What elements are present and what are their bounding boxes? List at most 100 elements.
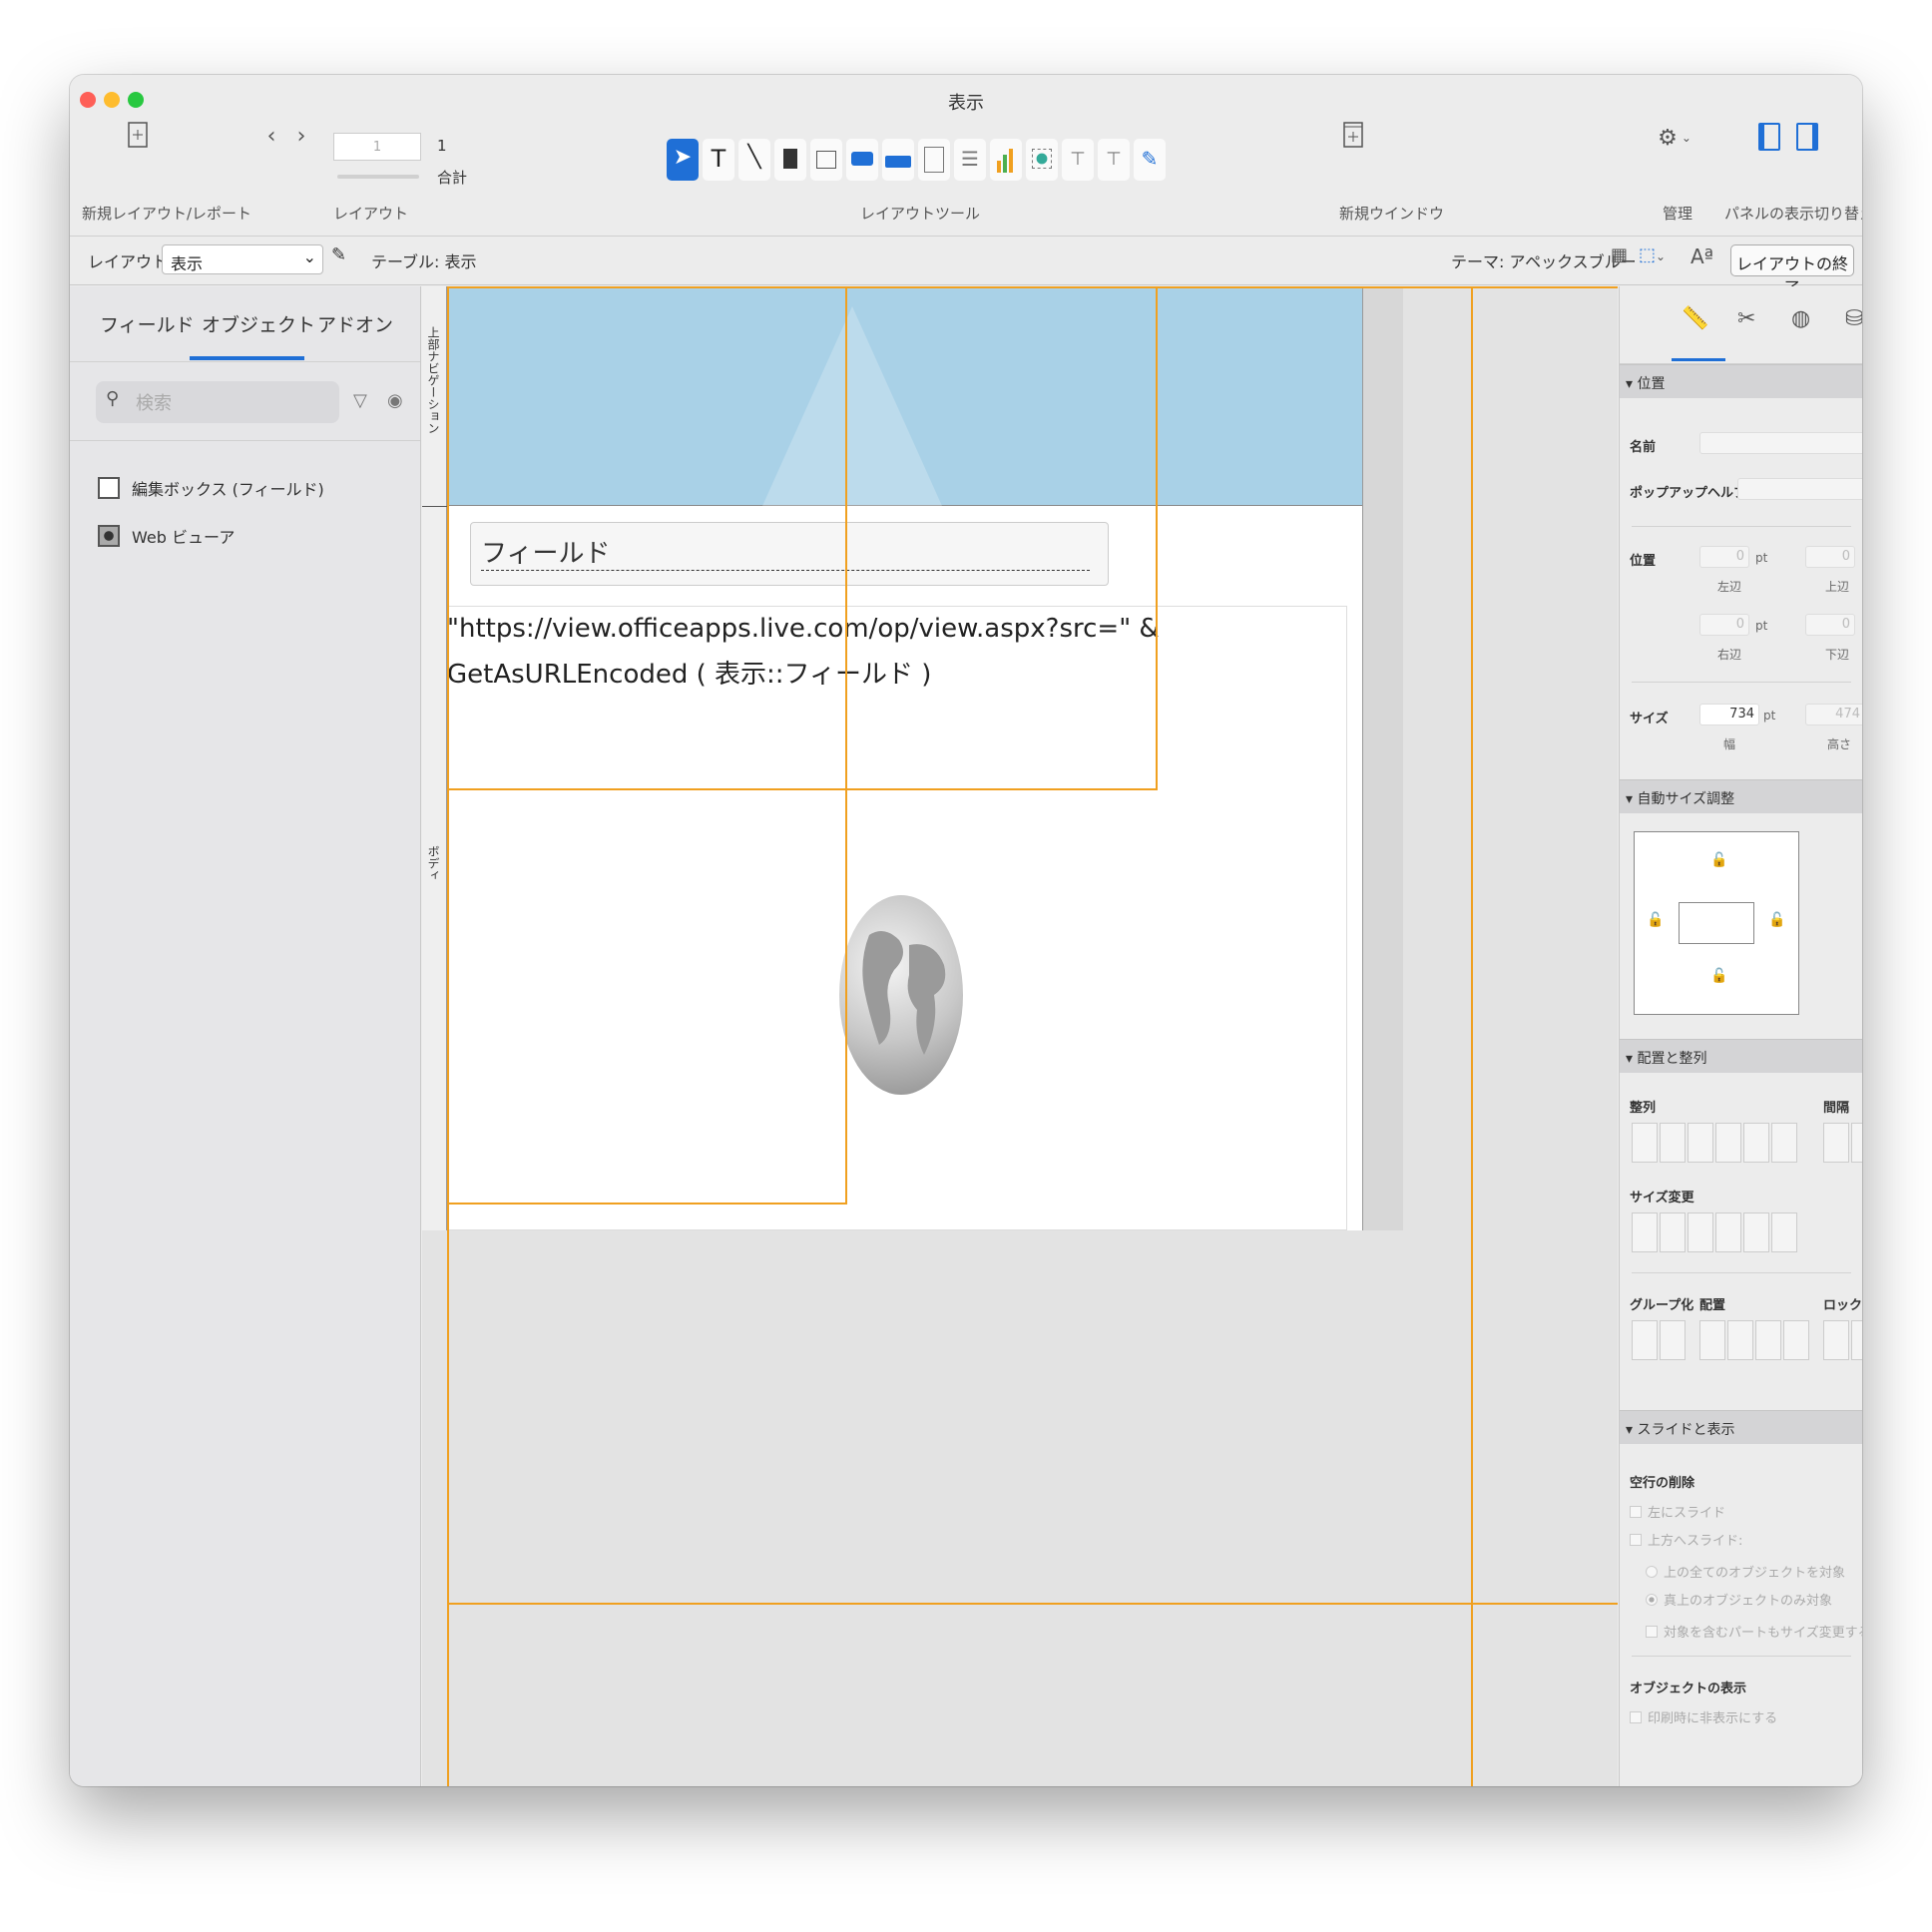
part-header-label[interactable]: 上部ナビゲーション — [425, 326, 442, 434]
filter-button[interactable]: ▽ — [353, 390, 367, 411]
search-input[interactable]: ⚲ 検索 — [96, 381, 339, 423]
prev-layout-button[interactable]: ‹ — [261, 121, 281, 151]
insert-tool-button-2[interactable]: ⊤ — [1098, 139, 1130, 181]
pointer-tool-button[interactable]: ➤ — [667, 139, 699, 181]
name-input[interactable] — [1699, 432, 1862, 454]
tab-addons[interactable]: アドオン — [317, 310, 393, 337]
group-buttons[interactable] — [1632, 1320, 1686, 1360]
top-input[interactable]: 0 — [1805, 546, 1855, 568]
section-title: 自動サイズ調整 — [1637, 791, 1735, 807]
table-label: テーブル: 表示 — [371, 252, 477, 271]
object-web-viewer[interactable]: Web ビューア — [98, 524, 235, 548]
ruler-icon: 📏 — [1682, 306, 1709, 331]
tab-position[interactable]: 📏 — [1682, 306, 1708, 331]
lock-left-icon[interactable]: 🔓 — [1647, 912, 1664, 928]
guides-button[interactable]: ⬚⌄ — [1639, 244, 1666, 265]
left-input[interactable]: 0 — [1699, 546, 1749, 568]
resize-enclosing-checkbox[interactable]: 対象を含むパートもサイズ変更する — [1646, 1622, 1862, 1641]
insert-tool-button-1[interactable]: ⊤ — [1062, 139, 1094, 181]
section-position-header[interactable]: ▾ 位置 — [1620, 364, 1862, 398]
lock-bottom-icon[interactable]: 🔓 — [1710, 968, 1727, 984]
record-input[interactable]: 1 — [333, 133, 421, 161]
only-above-radio[interactable]: 真上のオブジェクトのみ対象 — [1646, 1590, 1832, 1609]
layout-bar: レイアウト: 表示 ⌄ ✎ テーブル: 表示 テーマ: アペックスブルー ▦ ⬚… — [70, 237, 1862, 297]
slide-left-checkbox[interactable]: 左にスライド — [1630, 1502, 1725, 1521]
position-label: 位置 — [1630, 554, 1657, 569]
guide-line[interactable] — [447, 1603, 1618, 1605]
guide-line[interactable] — [1156, 286, 1158, 790]
portal-tool-button[interactable]: ☰ — [954, 139, 986, 181]
visibility-button[interactable]: ◉ — [387, 390, 403, 411]
resize-buttons[interactable] — [1632, 1212, 1797, 1252]
height-input[interactable]: 474 — [1805, 704, 1862, 725]
next-layout-button[interactable]: › — [291, 121, 311, 151]
tab-data[interactable]: ⛁ — [1845, 306, 1862, 331]
button-bar-tool-button[interactable] — [882, 139, 914, 181]
guide-line[interactable] — [447, 1203, 847, 1205]
theme-button[interactable]: ▦ — [1611, 244, 1628, 265]
part-body-label[interactable]: ボディ — [425, 845, 442, 881]
edit-layout-button[interactable]: ✎ — [331, 244, 346, 265]
field-object[interactable]: フィールド — [470, 522, 1109, 586]
exit-layout-button[interactable]: レイアウトの終了 — [1730, 244, 1854, 297]
line-tool-button[interactable]: ╲ — [738, 139, 770, 181]
right-input[interactable]: 0 — [1699, 614, 1749, 636]
button-tool-button[interactable] — [846, 139, 878, 181]
new-layout-icon — [128, 122, 148, 148]
left-panel-toggle[interactable] — [1758, 123, 1780, 151]
popup-help-input[interactable] — [1737, 478, 1862, 500]
object-label: 編集ボックス (フィールド) — [132, 480, 324, 499]
autosize-anchors[interactable]: 🔓 🔓 🔓 🔓 — [1634, 831, 1799, 1015]
header-part[interactable] — [447, 286, 1362, 506]
line-icon: ╲ — [747, 145, 761, 170]
guide-line[interactable] — [447, 286, 449, 1786]
right-panel-toggle[interactable] — [1796, 123, 1818, 151]
lock-buttons[interactable] — [1823, 1320, 1862, 1360]
format-painter-button[interactable]: ✎ — [1134, 139, 1166, 181]
align-buttons[interactable] — [1632, 1123, 1797, 1163]
lock-right-icon[interactable]: 🔓 — [1768, 912, 1785, 928]
manage-button[interactable]: ⚙ ⌄ — [1651, 121, 1698, 155]
lock-top-icon[interactable]: 🔓 — [1710, 852, 1727, 868]
inspector-tabs: 📏 ✂ ◍ ⛁ — [1620, 286, 1862, 364]
section-arrange-header[interactable]: ▾ 配置と整列 — [1620, 1039, 1862, 1073]
name-label: 名前 — [1630, 440, 1657, 455]
section-autosize-header[interactable]: ▾ 自動サイズ調整 — [1620, 779, 1862, 813]
panel-toggle-label: パネルの表示切り替え — [1724, 205, 1862, 223]
eyedropper-icon: ✎ — [1141, 147, 1159, 171]
chart-tool-button[interactable] — [990, 139, 1022, 181]
tab-styles[interactable]: ✂ — [1737, 306, 1755, 331]
tab-control-tool-button[interactable] — [918, 139, 950, 181]
bottom-input[interactable]: 0 — [1805, 614, 1855, 636]
hide-print-checkbox[interactable]: 印刷時に非表示にする — [1630, 1707, 1777, 1726]
window-title: 表示 — [948, 93, 984, 114]
width-input[interactable]: 734 — [1699, 704, 1759, 725]
field-box-icon — [816, 151, 836, 169]
guide-line[interactable] — [845, 286, 847, 1205]
tab-appearance[interactable]: ◍ — [1791, 306, 1810, 331]
record-slider[interactable] — [337, 175, 419, 179]
guide-line[interactable] — [447, 788, 1158, 790]
field-tool-button[interactable] — [810, 139, 842, 181]
text-format-button[interactable]: Aª — [1690, 244, 1713, 268]
tab-objects[interactable]: オブジェクト — [202, 310, 315, 337]
tab-fields[interactable]: フィールド — [100, 310, 195, 337]
new-layout-button[interactable] — [120, 115, 156, 155]
guide-line[interactable] — [447, 286, 1618, 288]
spacing-buttons[interactable] — [1823, 1123, 1862, 1163]
left-label: 左辺 — [1717, 580, 1742, 594]
search-icon: ⚲ — [106, 388, 120, 409]
new-window-button[interactable] — [1335, 115, 1371, 155]
arrange-buttons[interactable] — [1699, 1320, 1809, 1360]
layout-canvas[interactable]: 上部ナビゲーション ボディ フィールド "https://view.office… — [422, 286, 1618, 1786]
slide-up-checkbox[interactable]: 上方へスライド: — [1630, 1530, 1742, 1549]
web-viewer-tool-button[interactable] — [1026, 139, 1058, 181]
layout-select[interactable]: 表示 ⌄ — [162, 244, 323, 274]
section-slide-header[interactable]: ▾ スライドと表示 — [1620, 1410, 1862, 1444]
guide-line[interactable] — [1471, 286, 1473, 1786]
object-edit-box[interactable]: 編集ボックス (フィールド) — [98, 476, 324, 500]
shape-tool-button[interactable] — [774, 139, 806, 181]
text-tool-button[interactable]: T — [703, 139, 734, 181]
all-objects-radio[interactable]: 上の全てのオブジェクトを対象 — [1646, 1562, 1845, 1581]
lock-label: ロック — [1823, 1298, 1862, 1313]
